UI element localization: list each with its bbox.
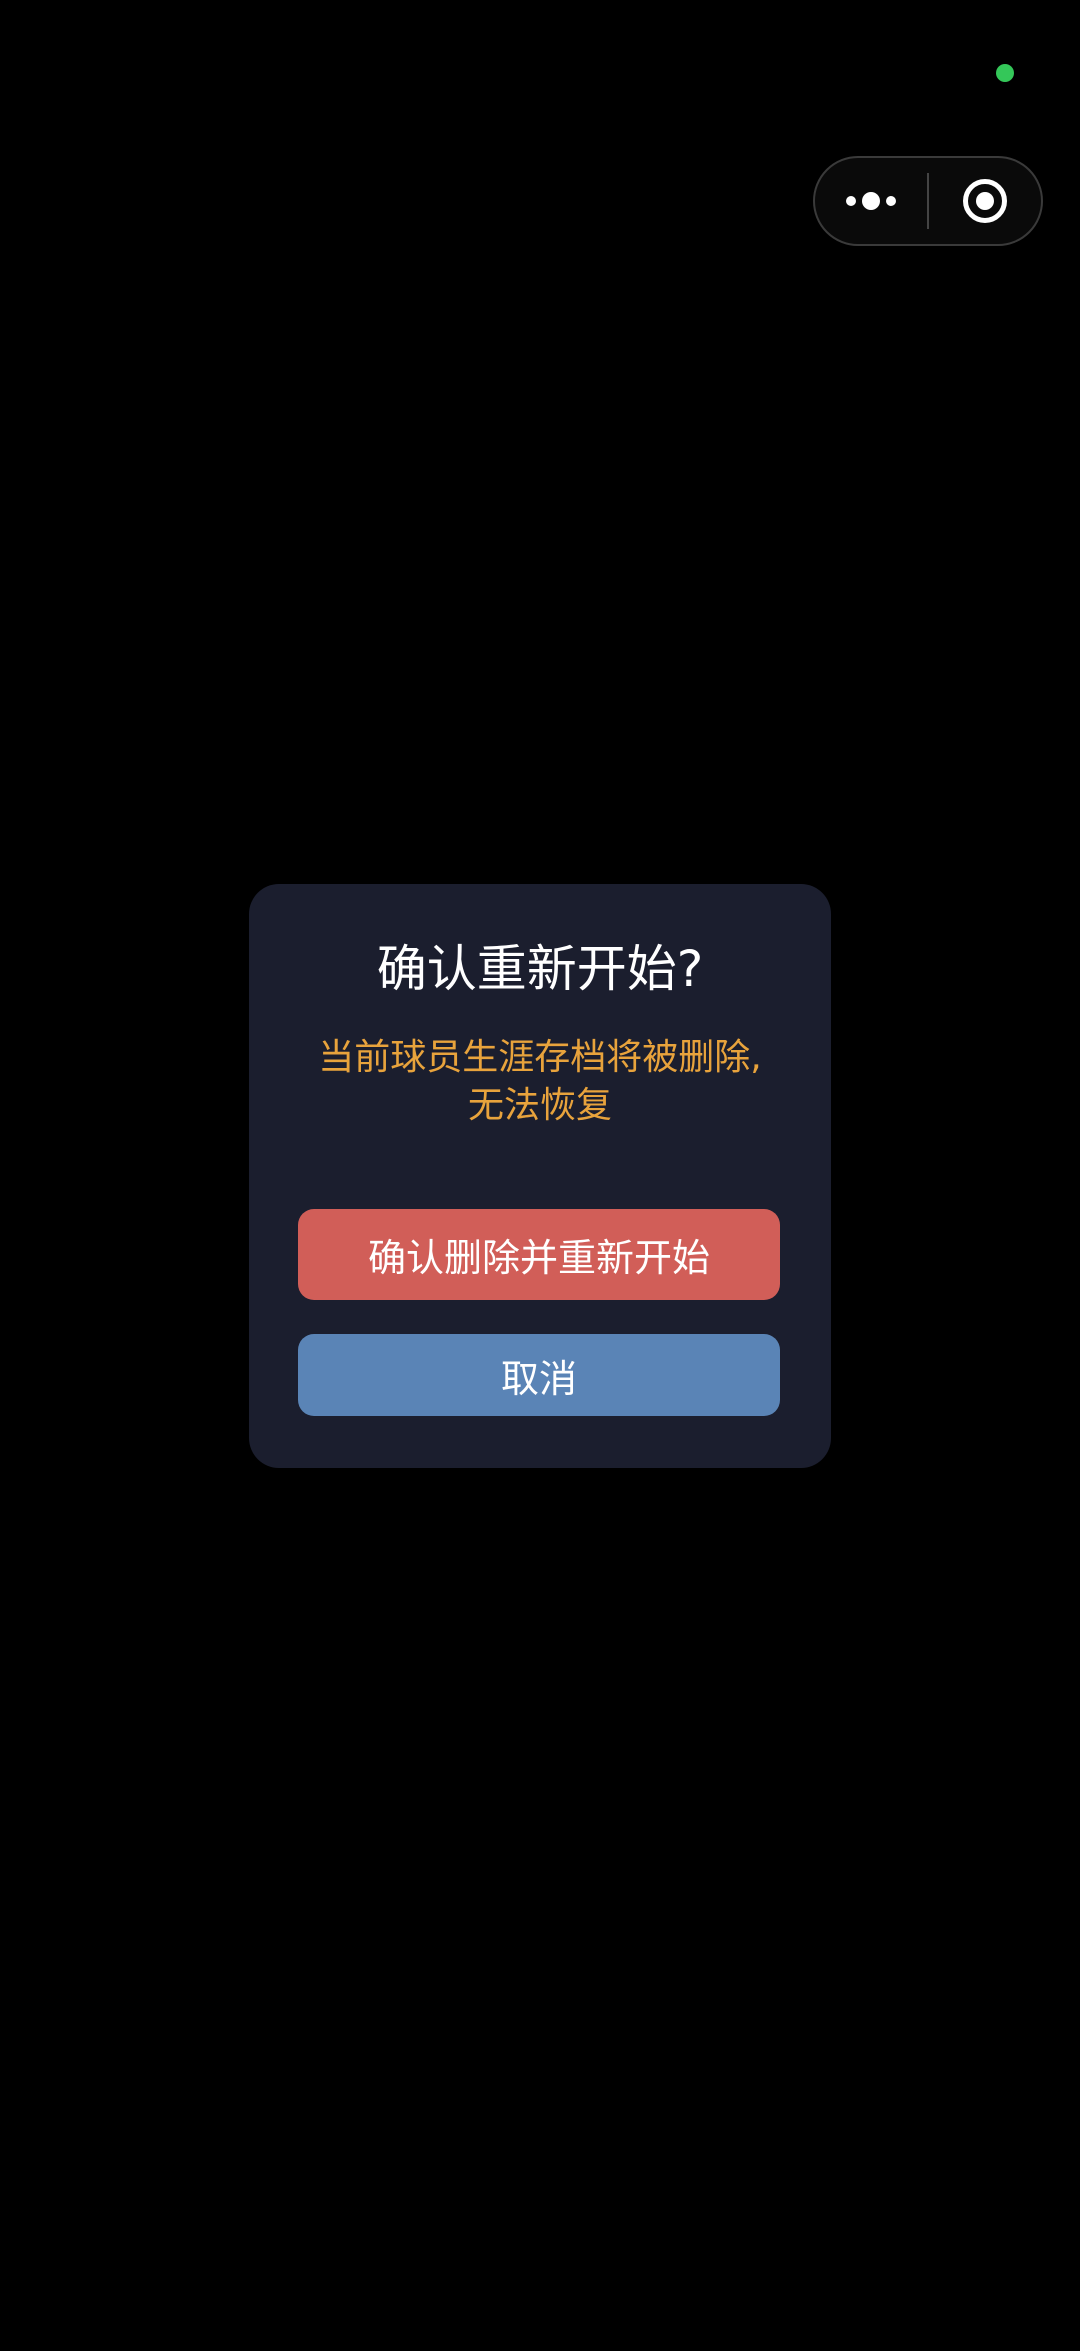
warning-line-2: 无法恢复	[467, 1085, 612, 1126]
more-dots-icon	[846, 192, 896, 210]
target-circle-icon	[962, 179, 1007, 223]
dialog-title: 确认重新开始?	[376, 940, 704, 998]
confirm-restart-dialog: 确认重新开始? 当前球员生涯存档将被删除, 无法恢复 确认删除并重新开始 取消	[249, 884, 831, 1468]
warning-line-1: 当前球员生涯存档将被删除,	[318, 1037, 762, 1078]
status-indicator-dot	[996, 64, 1014, 82]
screen: 确认重新开始? 当前球员生涯存档将被删除, 无法恢复 确认删除并重新开始 取消	[0, 0, 1080, 2351]
mini-program-capsule	[813, 156, 1043, 246]
close-program-button[interactable]	[929, 158, 1041, 244]
confirm-delete-restart-button[interactable]: 确认删除并重新开始	[298, 1209, 780, 1300]
cancel-button[interactable]: 取消	[298, 1334, 780, 1416]
more-button[interactable]	[815, 158, 927, 244]
dialog-warning-message: 当前球员生涯存档将被删除, 无法恢复	[289, 1034, 791, 1130]
